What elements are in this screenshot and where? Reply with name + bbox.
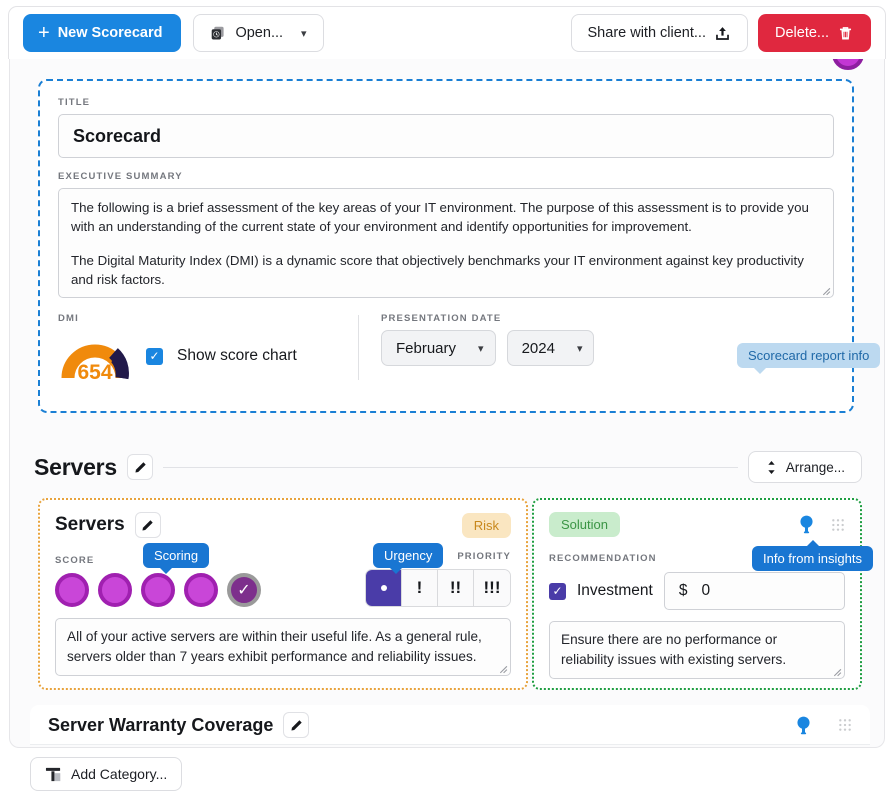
- investment-row: ✓ Investment $ 0: [549, 572, 845, 610]
- lightbulb-icon[interactable]: [798, 514, 815, 535]
- arrange-button[interactable]: Arrange...: [747, 451, 862, 483]
- investment-value: 0: [701, 582, 711, 599]
- drag-grip-icon[interactable]: [838, 718, 852, 732]
- scorecard-title-input[interactable]: Scorecard: [58, 114, 834, 158]
- show-score-chart-checkbox[interactable]: ✓: [146, 347, 163, 365]
- edit-section-button[interactable]: [127, 454, 154, 480]
- score-dot-2[interactable]: [98, 573, 132, 607]
- urgency-option-none[interactable]: [366, 570, 402, 606]
- sort-updown-icon: [768, 460, 775, 474]
- month-select[interactable]: February ▾: [381, 330, 496, 366]
- chevron-down-icon: ▾: [301, 27, 307, 40]
- chevron-down-icon: ▾: [478, 342, 484, 355]
- servers-risk-card: Servers Risk SCORE ✓ PRIORITY ! !! !!! A…: [38, 498, 528, 690]
- score-dot-1[interactable]: [55, 573, 89, 607]
- title-field-label: TITLE: [58, 97, 91, 108]
- servers-note-text: All of your active servers are within th…: [67, 629, 482, 665]
- urgency-option-high[interactable]: !!!: [474, 570, 510, 606]
- open-button[interactable]: Open... ▾: [193, 14, 324, 52]
- drag-grip-icon[interactable]: [831, 518, 845, 532]
- new-scorecard-label: New Scorecard: [57, 25, 163, 41]
- dmi-score-value: 654: [77, 361, 112, 382]
- exec-paragraph-2: The Digital Maturity Index (DMI) is a dy…: [71, 252, 804, 288]
- solution-badge: Solution: [549, 512, 620, 537]
- investment-amount-input[interactable]: $ 0: [663, 572, 845, 610]
- year-select[interactable]: 2024 ▾: [506, 330, 595, 366]
- add-category-button[interactable]: Add Category...: [30, 757, 183, 791]
- score-dots: ✓: [55, 573, 261, 607]
- share-upload-icon: [716, 26, 729, 40]
- resize-grip-icon[interactable]: [831, 666, 842, 677]
- dmi-gauge-chart: 654: [61, 344, 129, 382]
- section-title: Servers: [34, 453, 118, 480]
- server-warranty-row: Server Warranty Coverage: [30, 705, 870, 745]
- score-dot-3[interactable]: [141, 573, 175, 607]
- dmi-gauge-row: 654 ✓ Show score chart: [58, 330, 348, 382]
- solution-note-textarea[interactable]: Ensure there are no performance or relia…: [549, 621, 845, 679]
- tooltip-info-from-insights: Info from insights: [752, 540, 873, 571]
- urgency-button-group: ! !! !!!: [365, 569, 511, 607]
- new-scorecard-button[interactable]: + New Scorecard: [23, 14, 182, 52]
- trash-icon: [839, 26, 852, 39]
- servers-section-header: Servers Arrange...: [34, 450, 862, 484]
- scorecard-app: + New Scorecard Open... ▾ Share with cli…: [0, 0, 894, 801]
- dmi-column: DMI 654 ✓ Show score chart: [58, 313, 358, 382]
- add-category-label: Add Category...: [71, 766, 168, 782]
- tooltip-scorecard-report-info: Scorecard report info: [737, 343, 881, 374]
- solution-card-header: Solution: [549, 512, 845, 537]
- pencil-icon: [142, 519, 153, 531]
- add-category-icon: [45, 767, 61, 781]
- pencil-icon: [134, 461, 146, 473]
- urgency-option-low[interactable]: !: [402, 570, 438, 606]
- resize-grip-icon[interactable]: [820, 285, 831, 296]
- dot-icon: [380, 585, 387, 591]
- risk-badge: Risk: [461, 512, 511, 538]
- top-toolbar: + New Scorecard Open... ▾ Share with cli…: [8, 6, 886, 59]
- summary-divider: [358, 315, 359, 380]
- chevron-down-icon: ▾: [576, 342, 583, 355]
- show-score-chart-label: Show score chart: [177, 347, 297, 364]
- executive-summary-label: EXECUTIVE SUMMARY: [58, 171, 183, 182]
- open-recent-icon: [212, 26, 225, 39]
- resize-grip-icon[interactable]: [497, 663, 508, 674]
- investment-label: Investment: [577, 582, 653, 599]
- delete-label: Delete...: [775, 25, 829, 41]
- delete-button[interactable]: Delete...: [758, 14, 871, 52]
- section-rule: [163, 466, 738, 468]
- tooltip-scoring: Scoring: [143, 543, 210, 574]
- dmi-label: DMI: [58, 313, 79, 324]
- share-label: Share with client...: [587, 25, 706, 41]
- score-dot-5-selected[interactable]: ✓: [227, 573, 261, 607]
- investment-checkbox[interactable]: ✓: [549, 582, 566, 600]
- arrange-label: Arrange...: [785, 459, 845, 475]
- exec-paragraph-1: The following is a brief assessment of t…: [71, 200, 809, 235]
- servers-note-textarea[interactable]: All of your active servers are within th…: [55, 618, 511, 676]
- currency-symbol: $: [678, 582, 688, 599]
- edit-servers-card-button[interactable]: [134, 512, 161, 538]
- solution-card: Solution RECOMMENDATION ✓ Investment $ 0…: [532, 498, 873, 690]
- summary-card: TITLE Scorecard EXECUTIVE SUMMARY The fo…: [38, 79, 881, 413]
- month-value: February: [396, 339, 457, 357]
- presentation-date-label: PRESENTATION DATE: [381, 313, 502, 324]
- edit-warranty-button[interactable]: [283, 712, 310, 738]
- tooltip-urgency: Urgency: [373, 543, 444, 574]
- summary-bottom-row: DMI 654 ✓ Show score chart PRESENTATION …: [58, 313, 881, 382]
- score-dot-4[interactable]: [184, 573, 218, 607]
- presentation-date-column: PRESENTATION DATE February ▾ 2024 ▾ Scor…: [381, 313, 881, 382]
- urgency-option-medium[interactable]: !!: [438, 570, 474, 606]
- year-value: 2024: [521, 339, 555, 357]
- open-label: Open...: [235, 25, 284, 41]
- lightbulb-icon[interactable]: [795, 715, 812, 736]
- servers-card-title: Servers: [55, 514, 125, 535]
- warranty-title: Server Warranty Coverage: [48, 714, 274, 735]
- pencil-icon: [291, 719, 302, 731]
- servers-card-header: Servers Risk: [55, 512, 511, 538]
- executive-summary-textarea[interactable]: The following is a brief assessment of t…: [58, 188, 834, 298]
- plus-icon: +: [38, 22, 50, 44]
- solution-note-text: Ensure there are no performance or relia…: [561, 632, 787, 668]
- share-with-client-button[interactable]: Share with client...: [570, 14, 748, 52]
